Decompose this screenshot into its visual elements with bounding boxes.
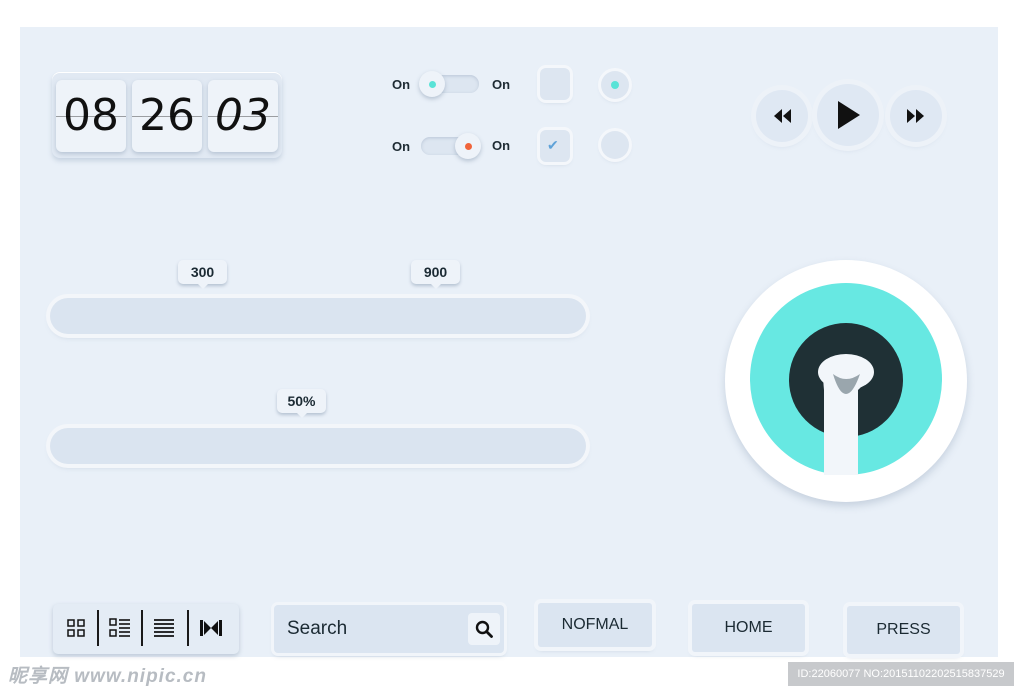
fast-forward-button[interactable] xyxy=(890,90,942,142)
search-button[interactable] xyxy=(468,613,500,645)
radio-selected[interactable] xyxy=(601,71,629,99)
fast-forward-icon xyxy=(907,109,924,123)
range-slider[interactable] xyxy=(50,298,586,334)
grid-view-button[interactable] xyxy=(55,608,97,648)
toggle-2-knob[interactable] xyxy=(455,133,481,159)
toggle-1-knob[interactable] xyxy=(419,71,445,97)
toggle-2-indicator xyxy=(465,143,472,150)
dial-graphic xyxy=(750,283,942,475)
fit-width-icon xyxy=(200,620,222,636)
radio-dot xyxy=(611,81,619,89)
toggle-1-left-label: On xyxy=(392,77,411,92)
play-button[interactable] xyxy=(817,84,879,146)
checkbox-unchecked[interactable] xyxy=(540,68,570,100)
list-view-icon xyxy=(154,619,174,637)
search-placeholder: Search xyxy=(287,618,348,639)
toggle-2-right-label: On xyxy=(492,138,511,153)
toggle-1[interactable] xyxy=(419,71,479,97)
watermark-logo: 昵享网 www.nipic.cn xyxy=(8,666,207,687)
checkbox-checked[interactable]: ✔ xyxy=(540,130,570,162)
detail-list-icon xyxy=(109,618,130,637)
check-icon: ✔ xyxy=(547,137,559,153)
toggle-1-right-label: On xyxy=(492,77,511,92)
rewind-button[interactable] xyxy=(756,90,808,142)
play-icon xyxy=(838,101,860,129)
rewind-icon xyxy=(774,109,791,123)
home-button[interactable]: HOME xyxy=(692,604,805,652)
clock-seconds: 03 xyxy=(208,80,278,152)
detail-list-button[interactable] xyxy=(99,608,141,648)
search-field[interactable]: Search xyxy=(274,605,504,653)
list-view-button[interactable] xyxy=(143,608,185,648)
watermark-id: ID:22060077 NO:20151102202515837529 xyxy=(788,662,1014,686)
grid-view-icon xyxy=(67,619,85,637)
radio-unselected[interactable] xyxy=(601,131,629,159)
view-mode-group xyxy=(53,604,239,654)
normal-button[interactable]: NOFMAL xyxy=(538,603,652,647)
flip-clock: 08 26 03 xyxy=(52,72,282,158)
divider xyxy=(187,610,189,646)
toggle-2-left-label: On xyxy=(392,139,411,154)
clock-minutes: 26 xyxy=(132,80,202,152)
search-icon xyxy=(475,620,493,638)
progress-value: 50% xyxy=(277,389,326,418)
press-button[interactable]: PRESS xyxy=(847,606,960,654)
toggle-2[interactable] xyxy=(421,133,481,159)
toggle-1-indicator xyxy=(429,81,436,88)
range-low-value: 300 xyxy=(178,260,227,289)
range-high-value: 900 xyxy=(411,260,460,289)
clock-hours: 08 xyxy=(56,80,126,152)
progress-slider[interactable] xyxy=(50,428,586,464)
dial-knob[interactable] xyxy=(725,260,967,502)
fit-width-button[interactable] xyxy=(190,608,232,648)
